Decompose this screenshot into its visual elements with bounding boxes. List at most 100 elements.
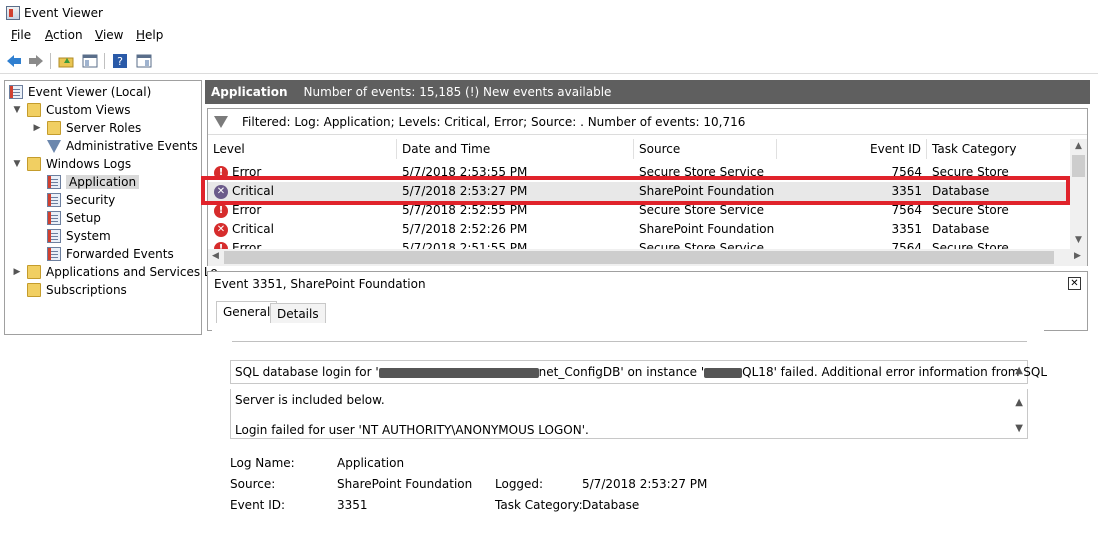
back-icon[interactable]: [4, 51, 24, 71]
filter-text: Filtered: Log: Application; Levels: Crit…: [242, 115, 746, 129]
tree-subscriptions[interactable]: Subscriptions: [27, 281, 127, 299]
event-row[interactable]: ✕ Critical 5/7/2018 2:52:26 PM SharePoin…: [208, 220, 1070, 239]
folder-icon: [27, 103, 41, 117]
error-icon: !: [214, 242, 228, 249]
menu-action[interactable]: Action: [43, 28, 85, 42]
forward-icon[interactable]: [26, 51, 46, 71]
log-name-value: Application: [337, 456, 405, 470]
task-category-value: Database: [582, 498, 640, 512]
events-horizontal-scrollbar[interactable]: ◀ ▶: [208, 249, 1087, 266]
title-bar: Event Viewer: [0, 0, 1098, 26]
column-event-id[interactable]: Event ID: [777, 139, 927, 159]
event-id-value: 3351: [337, 498, 368, 512]
log-name-label: Log Name:: [230, 456, 295, 470]
up-folder-icon[interactable]: [56, 51, 76, 71]
column-level[interactable]: Level: [208, 139, 397, 159]
log-icon: [47, 175, 61, 189]
blank-area: [0, 336, 212, 544]
event-count: Number of events: 15,185 (!) New events …: [303, 85, 612, 99]
folder-icon: [27, 265, 41, 279]
menu-bar: File Action View Help: [0, 26, 1098, 46]
scroll-up-icon[interactable]: ▲: [1070, 141, 1087, 151]
close-icon[interactable]: ✕: [1068, 277, 1081, 290]
message-line3: Login failed for user 'NT AUTHORITY\ANON…: [235, 423, 589, 437]
filter-bar: Filtered: Log: Application; Levels: Crit…: [208, 109, 1087, 135]
source-value: SharePoint Foundation: [337, 477, 473, 491]
message-box-body[interactable]: Server is included below. Login failed f…: [230, 389, 1028, 439]
folder-icon: [27, 157, 41, 171]
event-row-selected[interactable]: ✕ Critical 5/7/2018 2:53:27 PM SharePoin…: [208, 182, 1070, 201]
tree-security[interactable]: Security: [47, 191, 115, 209]
tree-windows-logs[interactable]: ▼ Windows Logs: [11, 155, 131, 173]
toolbar: ?: [0, 48, 1098, 74]
filter-icon: [214, 116, 228, 128]
svg-text:?: ?: [117, 55, 123, 68]
log-icon: [47, 247, 61, 261]
log-icon: [47, 193, 61, 207]
event-detail-panel: Event 3351, SharePoint Foundation ✕: [207, 271, 1088, 331]
scroll-left-icon[interactable]: ◀: [212, 251, 219, 261]
column-source[interactable]: Source: [634, 139, 777, 159]
message-line1: SQL database login for ' net_ConfigDB' on…: [235, 365, 1048, 379]
scroll-down-icon[interactable]: ▼: [1070, 235, 1087, 245]
events-list-panel: Filtered: Log: Application; Levels: Crit…: [207, 108, 1088, 266]
logged-value: 5/7/2018 2:53:27 PM: [582, 477, 708, 491]
logged-label: Logged:: [495, 477, 544, 491]
event-viewer-icon: [9, 85, 23, 99]
event-detail-title: Event 3351, SharePoint Foundation: [214, 277, 426, 291]
filter-icon: [47, 139, 61, 153]
scroll-right-icon[interactable]: ▶: [1074, 251, 1081, 261]
redacted-text: [704, 367, 743, 378]
help-icon[interactable]: ?: [110, 51, 130, 71]
tree-applications-and-services[interactable]: ▶ Applications and Services Lo: [11, 263, 218, 281]
tree-system[interactable]: System: [47, 227, 111, 245]
menu-help[interactable]: Help: [134, 28, 165, 42]
tree-setup[interactable]: Setup: [47, 209, 101, 227]
navigation-tree: Event Viewer (Local) ▼ Custom Views ▶ Se…: [4, 80, 218, 335]
redacted-text: [378, 367, 539, 378]
folder-icon: [27, 283, 41, 297]
chevron-right-icon[interactable]: ▶: [11, 267, 23, 277]
column-date[interactable]: Date and Time: [397, 139, 634, 159]
chevron-down-icon[interactable]: ▼: [11, 105, 23, 115]
tree-administrative-events[interactable]: Administrative Events: [47, 137, 198, 155]
menu-file[interactable]: File: [9, 28, 33, 42]
menu-view[interactable]: View: [93, 28, 125, 42]
event-id-label: Event ID:: [230, 498, 286, 512]
column-task-category[interactable]: Task Category: [927, 139, 1070, 159]
event-viewer-app-icon: [6, 6, 20, 20]
log-name: Application: [211, 85, 288, 99]
tab-general[interactable]: General: [216, 301, 278, 323]
tab-details[interactable]: Details: [270, 303, 326, 323]
scroll-down-icon[interactable]: ▼: [1015, 423, 1023, 434]
event-row[interactable]: ! Error 5/7/2018 2:53:55 PM Secure Store…: [208, 163, 1070, 182]
tree-root[interactable]: Event Viewer (Local): [9, 83, 151, 101]
source-label: Source:: [230, 477, 276, 491]
event-rows: ! Error 5/7/2018 2:53:55 PM Secure Store…: [208, 161, 1070, 249]
scroll-up-icon[interactable]: ▲: [1015, 365, 1023, 376]
log-icon: [47, 229, 61, 243]
scroll-thumb[interactable]: [1072, 155, 1085, 177]
column-header-row: Level Date and Time Source Event ID Task…: [208, 139, 1070, 159]
log-header: Application Number of events: 15,185 (!)…: [205, 80, 1090, 104]
message-line2: Server is included below.: [235, 393, 385, 407]
chevron-right-icon[interactable]: ▶: [31, 123, 43, 133]
tree-application[interactable]: Application: [47, 173, 140, 191]
event-detail-body: General Details SQL database login for '…: [212, 301, 1047, 521]
show-hide-tree-icon[interactable]: [80, 51, 100, 71]
event-row[interactable]: ! Error 5/7/2018 2:52:55 PM Secure Store…: [208, 201, 1070, 220]
show-hide-action-pane-icon[interactable]: [134, 51, 154, 71]
event-row[interactable]: ! Error 5/7/2018 2:51:55 PM Secure Store…: [208, 239, 1070, 249]
tree-forwarded-events[interactable]: Forwarded Events: [47, 245, 174, 263]
task-category-label: Task Category:: [495, 498, 583, 512]
tree-server-roles[interactable]: ▶ Server Roles: [31, 119, 141, 137]
chevron-down-icon[interactable]: ▼: [11, 159, 23, 169]
window-title: Event Viewer: [24, 6, 103, 20]
critical-icon: ✕: [214, 185, 228, 199]
message-box-line1[interactable]: SQL database login for ' net_ConfigDB' on…: [230, 360, 1047, 384]
scroll-thumb[interactable]: [224, 251, 1054, 264]
error-icon: !: [214, 204, 228, 218]
scroll-up-icon[interactable]: ▲: [1015, 397, 1023, 408]
tree-custom-views[interactable]: ▼ Custom Views: [11, 101, 131, 119]
events-vertical-scrollbar[interactable]: ▲ ▼: [1070, 139, 1087, 249]
